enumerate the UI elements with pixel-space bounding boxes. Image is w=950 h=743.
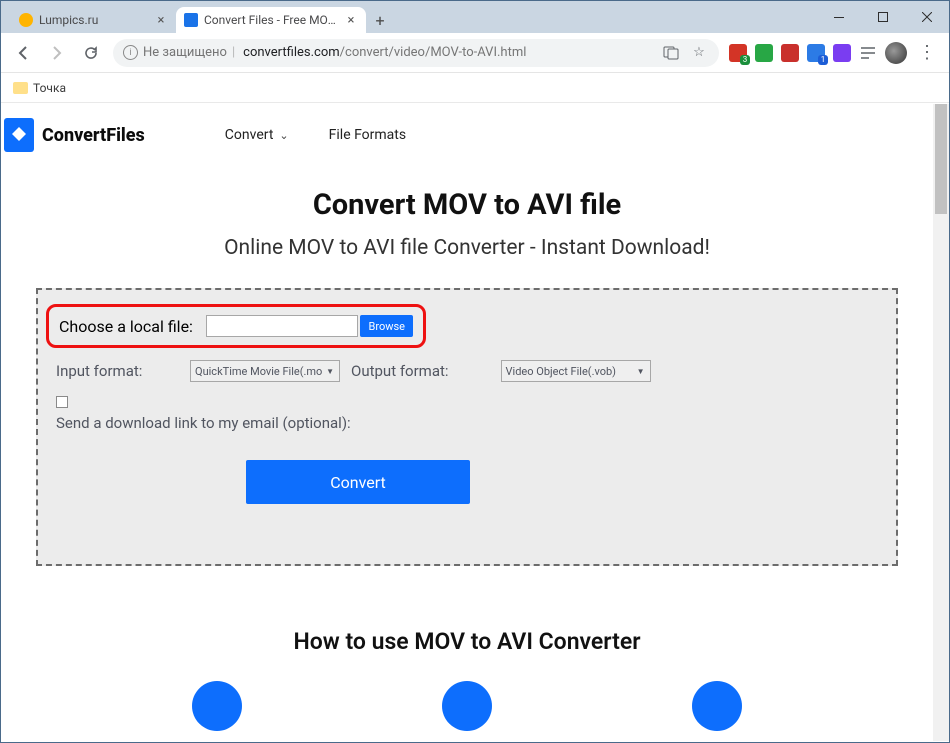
extension-badge: 1 [818,55,828,65]
logo-text: ConvertFiles [42,125,145,146]
nav-file-formats[interactable]: File Formats [329,127,406,143]
input-format-select[interactable]: QuickTime Movie File(.mo [190,360,340,382]
reload-icon [83,45,99,61]
extension-purple-icon[interactable] [833,44,851,62]
file-input-wrap: Browse [206,315,413,337]
minimize-icon [834,17,844,18]
translate-icon[interactable] [661,45,681,61]
browse-button[interactable]: Browse [360,315,413,337]
step-dot [442,681,492,731]
maximize-button[interactable] [861,2,905,32]
scrollbar-thumb[interactable] [935,104,947,214]
browse-label: Browse [368,320,405,333]
close-icon[interactable]: × [154,13,168,27]
convert-button[interactable]: Convert [246,460,470,504]
extension-green-icon[interactable] [755,44,773,62]
site-logo[interactable]: ConvertFiles [2,118,145,152]
url-domain: convertfiles.com [243,45,340,60]
extension-camera-icon[interactable] [781,44,799,62]
titlebar: Lumpics.ru × Convert Files - Free MOV to… [1,1,949,33]
site-nav: Convert ⌄ File Formats [225,127,406,143]
url-text: convertfiles.com/convert/video/MOV-to-AV… [243,45,526,60]
reading-list-icon[interactable] [859,44,877,62]
input-format-label: Input format: [56,362,182,380]
forward-button[interactable] [41,39,73,67]
favicon-circle-icon [19,13,33,27]
browser-toolbar: i Не защищено | convertfiles.com/convert… [1,33,949,73]
address-bar[interactable]: i Не защищено | convertfiles.com/convert… [113,39,719,67]
step-dot [692,681,742,731]
tab-title: Convert Files - Free MOV to AVI c [204,13,338,27]
highlight-annotation: Choose a local file: Browse [46,304,426,348]
new-tab-button[interactable]: + [366,7,394,33]
step-dots [2,681,932,731]
star-icon[interactable]: ☆ [689,45,709,60]
bookmark-label: Точка [33,81,66,95]
security-text: Не защищено [143,45,227,60]
reload-button[interactable] [75,39,107,67]
how-to-heading: How to use MOV to AVI Converter [2,628,932,655]
choose-file-label: Choose a local file: [59,317,206,336]
tabs-strip: Lumpics.ru × Convert Files - Free MOV to… [1,1,817,33]
page-viewport: ConvertFiles Convert ⌄ File Formats Conv… [2,104,948,741]
email-checkbox[interactable] [56,396,68,408]
convert-label: Convert [330,473,386,492]
page-subheading: Online MOV to AVI file Converter - Insta… [2,236,932,260]
close-icon [922,12,932,22]
close-icon[interactable]: × [344,13,358,27]
page-content: Convert MOV to AVI file Online MOV to AV… [2,188,948,731]
converter-box: Choose a local file: Browse Input format… [36,288,898,566]
bookmarks-bar: Точка [1,73,949,103]
page-title: Convert MOV to AVI file [2,188,932,222]
maximize-icon [878,12,888,22]
tab-active[interactable]: Convert Files - Free MOV to AVI c × [176,7,366,33]
output-format-select[interactable]: Video Object File(.vob) [501,360,651,382]
scrollbar-vertical[interactable] [933,104,949,741]
step-dot [192,681,242,731]
email-checkbox-label: Send a download link to my email (option… [56,414,878,432]
output-format-value: Video Object File(.vob) [506,365,616,378]
arrow-right-icon [49,45,65,61]
nav-label: Convert [225,127,274,143]
window-controls [817,1,949,33]
nav-label: File Formats [329,127,406,143]
extension-blue-icon[interactable]: 1 [807,44,825,62]
favicon-doc-icon [184,13,198,27]
window-close-button[interactable] [905,2,949,32]
extension-red-icon[interactable]: 3 [729,44,747,62]
chevron-down-icon: ⌄ [279,129,288,142]
output-format-label: Output format: [351,362,449,380]
logo-icon [4,118,34,152]
url-path: /convert/video/MOV-to-AVI.html [340,45,527,60]
site-header: ConvertFiles Convert ⌄ File Formats [2,104,948,166]
back-button[interactable] [7,39,39,67]
arrow-left-icon [15,45,31,61]
format-row: Input format: QuickTime Movie File(.mo O… [56,360,878,382]
tab-title: Lumpics.ru [39,13,148,27]
tab-inactive[interactable]: Lumpics.ru × [11,7,176,33]
extension-badge: 3 [740,55,750,65]
browser-menu-button[interactable]: ⋮ [915,42,939,63]
input-format-value: QuickTime Movie File(.mo [195,365,322,378]
bookmark-folder[interactable]: Точка [13,81,66,95]
info-icon: i [123,45,138,60]
folder-icon [13,82,28,94]
avatar[interactable] [885,42,907,64]
minimize-button[interactable] [817,2,861,32]
file-input[interactable] [206,315,358,337]
extension-icons: 3 1 ⋮ [725,42,943,64]
security-indicator[interactable]: i Не защищено | [123,45,235,60]
nav-convert[interactable]: Convert ⌄ [225,127,289,143]
